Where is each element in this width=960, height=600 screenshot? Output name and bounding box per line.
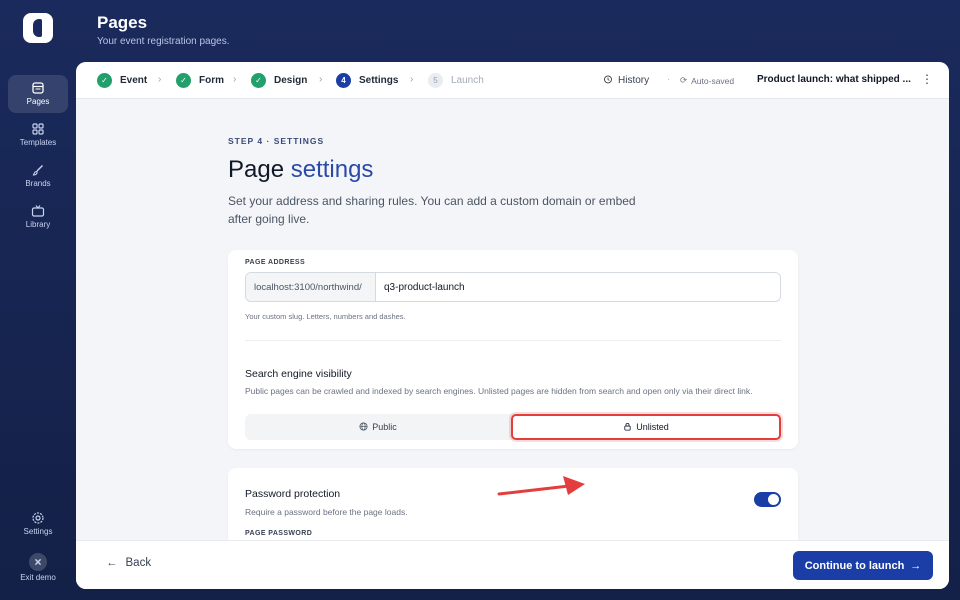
separator: ·: [667, 74, 671, 85]
address-prefix: localhost:3100/northwind/: [246, 273, 376, 301]
clock-icon: [603, 74, 613, 87]
history-label: History: [618, 75, 650, 86]
brush-icon: [31, 163, 45, 177]
check-icon: ✓: [97, 73, 112, 88]
step-label: Settings: [359, 75, 399, 86]
nav-item-label: Exit demo: [20, 573, 56, 582]
continue-to-launch-button[interactable]: Continue to launch →: [793, 551, 933, 580]
slug-input[interactable]: [376, 273, 780, 301]
step-label: Launch: [451, 75, 484, 86]
nav-item-label: Settings: [23, 527, 53, 536]
autosave-status: ⟳ Auto-saved: [680, 75, 734, 86]
grid-icon: [31, 122, 45, 136]
nav-item-templates[interactable]: Templates: [8, 116, 68, 154]
step-launch[interactable]: 5 Launch: [428, 72, 484, 89]
nav-item-label: Brands: [25, 179, 51, 188]
step-number: 5: [428, 73, 443, 88]
page-title: Pages: [97, 13, 148, 32]
page-address-field: localhost:3100/northwind/: [245, 272, 781, 302]
arrow-left-icon: ←: [106, 557, 118, 569]
password-description: Require a password before the page loads…: [245, 507, 408, 517]
nav-item-brands[interactable]: Brands: [8, 157, 68, 195]
exit-icon: [29, 553, 47, 571]
address-card: PAGE ADDRESS localhost:3100/northwind/ Y…: [228, 250, 798, 449]
page-subtitle: Your event registration pages.: [97, 36, 230, 47]
nav-item-label: Library: [25, 220, 51, 229]
stepper-bar: ✓ Event › ✓ Form › ✓ Design › 4 Settings…: [76, 62, 949, 99]
step-label: Design: [274, 75, 308, 86]
chevron-right-icon: ›: [319, 74, 323, 85]
step-event[interactable]: ✓ Event: [97, 72, 147, 89]
password-title: Password protection: [245, 488, 341, 500]
back-label: Back: [125, 557, 152, 569]
left-rail: Pages Templates Brands Library Settings …: [0, 0, 76, 600]
nav-item-pages[interactable]: Pages: [8, 75, 68, 113]
step-form[interactable]: ✓ Form: [176, 72, 224, 89]
nav-item-label: Pages: [26, 97, 50, 106]
pages-icon: [31, 81, 45, 95]
autosave-label: Auto-saved: [691, 75, 735, 86]
lock-icon: [623, 422, 632, 433]
visibility-description: Public pages can be crawled and indexed …: [245, 386, 753, 396]
main-panel: ✓ Event › ✓ Form › ✓ Design › 4 Settings…: [76, 62, 949, 589]
chevron-right-icon: ›: [158, 74, 162, 85]
tv-icon: [31, 204, 45, 218]
step-label: Form: [199, 75, 224, 86]
continue-label: Continue to launch: [804, 559, 905, 572]
step-design[interactable]: ✓ Design: [251, 72, 307, 89]
globe-icon: [359, 421, 368, 433]
chevron-right-icon: ›: [410, 74, 414, 85]
visibility-unlisted-option[interactable]: Unlisted: [511, 414, 781, 440]
step-settings[interactable]: 4 Settings: [336, 72, 398, 89]
password-toggle[interactable]: [754, 492, 781, 507]
back-button[interactable]: ← Back: [106, 557, 151, 569]
section-description: Set your address and sharing rules. You …: [228, 194, 636, 226]
step-eyebrow: STEP 4 · SETTINGS: [228, 136, 325, 146]
nav-item-library[interactable]: Library: [8, 198, 68, 236]
visibility-public-option[interactable]: Public: [245, 414, 511, 440]
arrow-right-icon: →: [910, 559, 922, 572]
visibility-title: Search engine visibility: [245, 368, 352, 380]
divider: [245, 340, 781, 341]
check-icon: ✓: [176, 73, 191, 88]
nav-item-settings[interactable]: Settings: [8, 505, 68, 543]
document-title: Product launch: what shipped ...: [757, 74, 911, 85]
slug-hint: Your custom slug. Letters, numbers and d…: [245, 312, 406, 321]
history-button[interactable]: History: [603, 74, 649, 87]
visibility-segmented-control: Public Unlisted: [245, 414, 781, 440]
check-icon: ✓: [251, 73, 266, 88]
section-heading: Page settings: [228, 156, 374, 183]
page-password-label: PAGE PASSWORD: [245, 530, 313, 537]
refresh-icon: ⟳: [680, 75, 688, 85]
app-logo[interactable]: [23, 13, 53, 43]
page-address-label: PAGE ADDRESS: [245, 259, 306, 266]
exit-demo-button[interactable]: Exit demo: [8, 550, 68, 588]
chevron-right-icon: ›: [233, 74, 237, 85]
more-options-icon[interactable]: ⋮: [921, 72, 933, 86]
gear-icon: [31, 511, 45, 525]
footer-bar: ← Back Continue to launch →: [76, 540, 949, 589]
step-number: 4: [336, 73, 351, 88]
step-label: Event: [120, 75, 148, 86]
option-label: Public: [372, 422, 397, 432]
option-label: Unlisted: [636, 422, 669, 432]
nav-item-label: Templates: [19, 138, 57, 147]
